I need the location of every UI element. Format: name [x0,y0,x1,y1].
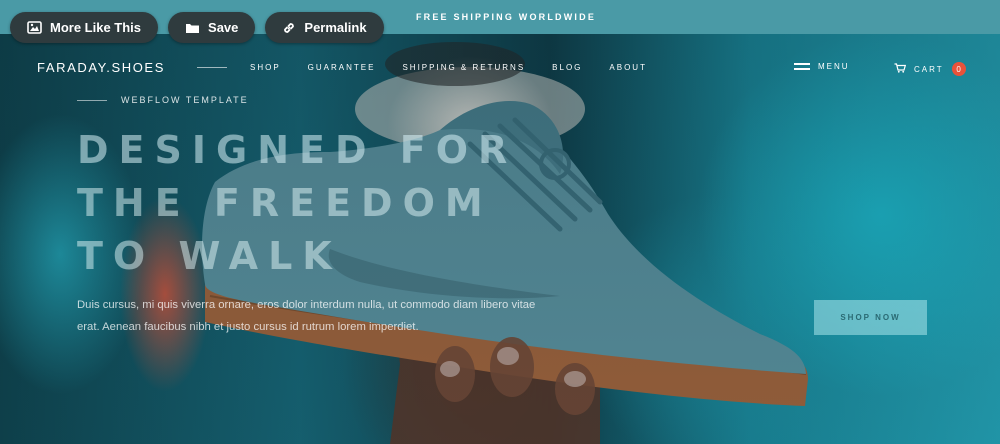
headline-line: TO WALK [77,234,342,278]
nav-link-guarantee[interactable]: GUARANTEE [308,63,376,72]
save-label: Save [208,20,239,35]
nav-link-blog[interactable]: BLOG [552,63,582,72]
more-like-this-button[interactable]: More Like This [10,12,159,43]
eyebrow-divider [77,99,107,101]
shop-now-button[interactable]: SHOP NOW [814,300,927,335]
nav-link-shop[interactable]: SHOP [250,63,281,72]
permalink-label: Permalink [304,20,367,35]
main-nav: FARADAY.SHOES SHOP GUARANTEE SHIPPING & … [37,60,967,76]
link-icon [282,21,296,35]
cart-icon [894,60,907,78]
more-like-this-label: More Like This [50,20,142,35]
cart-label: CART [914,64,944,74]
hero-headline: DESIGNED FOR THE FREEDOM TO WALK [77,124,517,283]
hero-eyebrow: WEBFLOW TEMPLATE [77,95,249,105]
cart-button[interactable]: CART 0 [894,60,966,78]
cart-count-badge: 0 [951,62,966,76]
hamburger-icon [794,63,810,70]
nav-link-shipping-returns[interactable]: SHIPPING & RETURNS [402,63,525,72]
menu-button[interactable]: MENU [794,62,850,71]
headline-line: DESIGNED FOR [77,128,518,172]
menu-label: MENU [818,62,850,71]
brand-divider [197,67,227,68]
hero-paragraph: Duis cursus, mi quis viverra ornare, ero… [77,299,536,333]
nav-link-about[interactable]: ABOUT [609,63,647,72]
eyebrow-text: WEBFLOW TEMPLATE [121,95,249,105]
permalink-button[interactable]: Permalink [265,12,384,43]
folder-icon [185,22,200,34]
announcement-text: FREE SHIPPING WORLDWIDE [415,12,597,22]
overlay-actions: More Like This Save Permalink [10,12,384,43]
headline-line: THE FREEDOM [77,181,493,225]
brand-logo[interactable]: FARADAY.SHOES [37,60,165,75]
image-icon [27,21,42,34]
save-button[interactable]: Save [168,12,256,43]
nav-links: SHOP GUARANTEE SHIPPING & RETURNS BLOG A… [250,63,674,72]
